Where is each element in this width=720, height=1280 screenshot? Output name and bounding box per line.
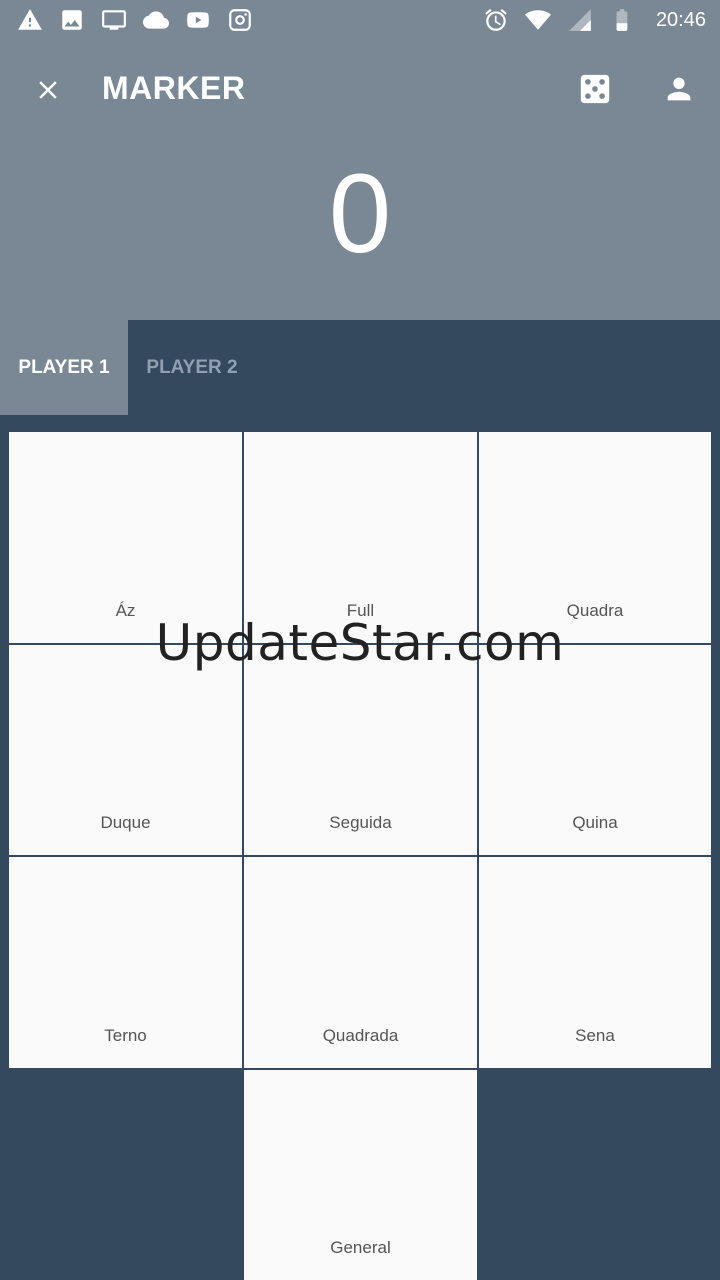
page-title: MARKER xyxy=(102,70,246,106)
status-bar: 20:46 xyxy=(0,0,720,40)
status-left-icons xyxy=(16,6,254,34)
signal-icon xyxy=(566,6,594,34)
close-icon xyxy=(39,81,57,99)
battery-icon xyxy=(608,6,636,34)
image-icon xyxy=(58,6,86,34)
cell-quina[interactable]: Quina xyxy=(479,645,711,855)
cell-seguida[interactable]: Seguida xyxy=(244,645,477,855)
app-header: MARKER 0 xyxy=(0,40,720,320)
roll-dice-button[interactable] xyxy=(570,64,620,114)
close-button[interactable] xyxy=(22,64,74,116)
cloud-icon xyxy=(142,6,170,34)
cast-icon xyxy=(100,6,128,34)
status-time: 20:46 xyxy=(655,8,706,31)
tab-player-1[interactable]: PLAYER 1 xyxy=(0,320,128,415)
alarm-icon xyxy=(482,6,510,34)
status-right-icons: 20:46 xyxy=(482,6,706,34)
player-tabs: PLAYER 1 PLAYER 2 xyxy=(0,320,720,415)
player-button[interactable] xyxy=(654,64,704,114)
cell-az[interactable]: Áz xyxy=(9,432,242,643)
cell-full[interactable]: Full xyxy=(244,432,477,643)
cell-terno[interactable]: Terno xyxy=(9,857,242,1068)
tab-player-2[interactable]: PLAYER 2 xyxy=(128,320,256,415)
cell-general[interactable]: General xyxy=(244,1070,477,1280)
warning-icon xyxy=(16,6,44,34)
score-grid: Áz Full Quadra Duque Seguida Quina Terno… xyxy=(9,432,711,1280)
wifi-icon xyxy=(524,6,552,34)
cell-sena[interactable]: Sena xyxy=(479,857,711,1068)
dice-icon xyxy=(580,74,610,104)
cell-duque[interactable]: Duque xyxy=(9,645,242,855)
cell-quadra[interactable]: Quadra xyxy=(479,432,711,643)
score-display: 0 xyxy=(328,151,392,276)
person-icon xyxy=(667,77,691,101)
youtube-icon xyxy=(184,6,212,34)
instagram-icon xyxy=(226,6,254,34)
cell-quadrada[interactable]: Quadrada xyxy=(244,857,477,1068)
